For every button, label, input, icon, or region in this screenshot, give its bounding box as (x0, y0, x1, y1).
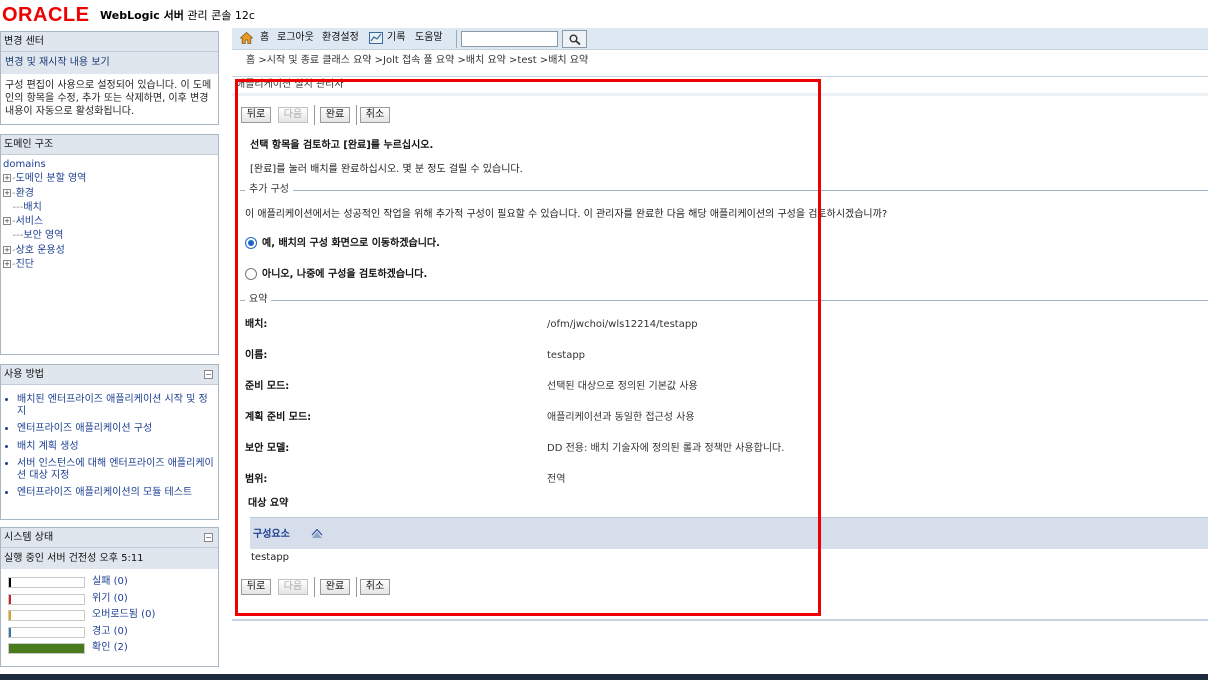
collapse-icon[interactable]: − (204, 370, 213, 379)
brand-subtitle: 관리 콘솔 12c (187, 9, 255, 22)
status-label[interactable]: 위기 (0) (92, 593, 128, 605)
status-row: 위기 (0) (1, 591, 218, 608)
domain-structure-title: 도메인 구조 (1, 135, 218, 155)
change-center-description: 구성 편집이 사용으로 설정되어 있습니다. 이 도메인의 항목을 수정, 추가… (5, 80, 212, 117)
tree-link[interactable]: 서비스 (16, 216, 44, 227)
how-to-panel: 사용 방법 − 배치된 엔터프라이즈 애플리케이션 시작 및 정지엔터프라이즈 애… (0, 364, 219, 520)
logout-link[interactable]: 로그아웃 (277, 31, 314, 45)
breadcrumb[interactable]: 홈 >시작 및 종료 클래스 요약 >Jolt 접속 풀 요약 >배치 요약 >… (246, 55, 588, 67)
system-status-title: 시스템 상태 (4, 532, 54, 543)
status-label[interactable]: 확인 (2) (92, 642, 128, 654)
server-health-subtitle: 실행 중인 서버 건전성 오후 5:11 (1, 548, 218, 569)
status-legend: 실패 (0) 위기 (0) 오버로드됨 (0) 경고 (0) 확인 (2) (1, 569, 218, 657)
status-row: 확인 (2) (1, 640, 218, 657)
status-bar (8, 593, 85, 605)
brand-name: WebLogic 서버 (100, 9, 184, 22)
tree-item: + -서비스 (3, 216, 44, 228)
tree-item: ---보안 영역 (3, 229, 216, 243)
view-changes-link[interactable]: 변경 및 재시작 내용 보기 (1, 52, 218, 74)
tree-link[interactable]: 도메인 분할 영역 (16, 173, 87, 184)
tree-item: + -환경 (3, 187, 35, 199)
how-to-link[interactable]: 배치된 엔터프라이즈 애플리케이션 시작 및 정지 (17, 394, 214, 417)
console-title: WebLogic 서버 관리 콘솔 12c (100, 9, 255, 23)
domain-tree: domains + -도메인 분할 영역 + -환경 ---배치 + -서비스 ---보안… (1, 155, 218, 275)
search-input[interactable] (461, 31, 558, 47)
expand-icon[interactable]: + (3, 174, 11, 183)
help-link[interactable]: 도움말 (415, 31, 443, 45)
tree-connector: --- (3, 230, 24, 242)
status-row: 실패 (0) (1, 574, 218, 591)
expand-icon[interactable]: + (3, 260, 11, 269)
record-icon[interactable] (369, 32, 383, 44)
tree-link[interactable]: 상호 운용성 (16, 245, 65, 256)
collapse-icon[interactable]: − (204, 533, 213, 542)
domain-structure-panel: 도메인 구조 domains + -도메인 분할 영역 + -환경 ---배치 + -서비… (0, 134, 219, 355)
how-to-link[interactable]: 엔터프라이즈 애플리케이션의 모듈 테스트 (17, 487, 214, 499)
search-button[interactable] (562, 30, 587, 48)
change-center-panel: 변경 센터 변경 및 재시작 내용 보기 구성 편집이 사용으로 설정되어 있습… (0, 31, 219, 125)
tree-link[interactable]: 배치 (23, 202, 41, 213)
preferences-link[interactable]: 환경설정 (322, 31, 359, 45)
status-row: 오버로드됨 (0) (1, 607, 218, 624)
home-link[interactable]: 홈 (260, 31, 269, 45)
how-to-title: 사용 방법 (4, 369, 44, 380)
status-label[interactable]: 실패 (0) (92, 576, 128, 588)
status-bar (8, 643, 85, 654)
status-row: 경고 (0) (1, 624, 218, 641)
status-label[interactable]: 오버로드됨 (0) (92, 609, 155, 621)
toolbar-divider (456, 30, 457, 48)
record-link[interactable]: 기록 (387, 31, 405, 45)
tree-root-domains[interactable]: domains (3, 159, 46, 170)
top-toolbar: 홈 로그아웃 환경설정 기록 도움말 (232, 28, 1208, 50)
tree-item: + -상호 운용성 (3, 244, 65, 256)
change-center-title: 변경 센터 (1, 32, 218, 52)
tree-item: + -도메인 분할 영역 (3, 173, 87, 185)
status-bar (8, 626, 85, 638)
status-label[interactable]: 경고 (0) (92, 626, 128, 638)
tree-link[interactable]: 보안 영역 (23, 230, 63, 241)
how-to-link[interactable]: 서버 인스턴스에 대해 엔터프라이즈 애플리케이션 대상 지정 (17, 458, 214, 481)
footer-bar (0, 674, 1208, 680)
tree-item: + -진단 (3, 259, 35, 271)
how-to-link[interactable]: 엔터프라이즈 애플리케이션 구성 (17, 423, 214, 435)
oracle-logo: ORACLE (2, 4, 90, 26)
how-to-list: 배치된 엔터프라이즈 애플리케이션 시작 및 정지엔터프라이즈 애플리케이션 구… (1, 385, 218, 499)
how-to-link[interactable]: 배치 계획 생성 (17, 441, 214, 453)
expand-icon[interactable]: + (3, 188, 11, 197)
expand-icon[interactable]: + (3, 217, 11, 226)
tree-item: ---배치 (3, 201, 216, 215)
red-highlight-box (235, 79, 821, 616)
console-header: ORACLE WebLogic 서버 관리 콘솔 12c (0, 0, 1208, 28)
tree-connector: --- (3, 201, 24, 213)
tree-link[interactable]: 환경 (16, 188, 34, 199)
status-bar (8, 610, 85, 621)
home-icon[interactable] (240, 32, 253, 44)
expand-icon[interactable]: + (3, 245, 11, 254)
system-status-panel: 시스템 상태 − 실행 중인 서버 건전성 오후 5:11 실패 (0) 위기 (0… (0, 527, 219, 667)
tree-link[interactable]: 진단 (16, 259, 34, 270)
search-icon (569, 34, 581, 45)
status-bar (8, 577, 85, 588)
